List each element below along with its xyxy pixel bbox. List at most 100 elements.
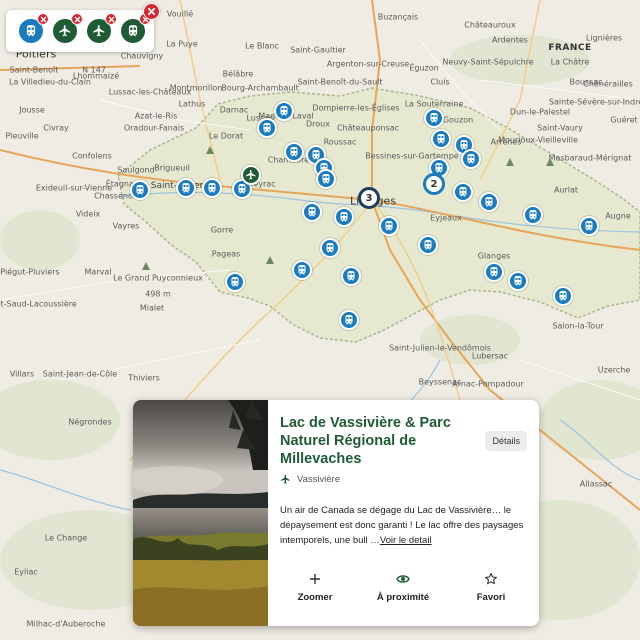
- favorite-button[interactable]: Favori: [456, 572, 526, 603]
- train-station-marker[interactable]: [341, 266, 361, 286]
- place-label: Bourg-Archambault: [221, 83, 299, 93]
- place-label: Lathus: [178, 99, 206, 109]
- train-station-marker[interactable]: [523, 205, 543, 225]
- train-station-marker[interactable]: [424, 108, 444, 128]
- train-icon: [136, 185, 144, 195]
- place-label: FRANCE: [548, 43, 592, 53]
- close-icon: [147, 7, 156, 16]
- train-station-marker[interactable]: [553, 286, 573, 306]
- remove-filter-button[interactable]: [105, 13, 117, 25]
- poi-marker-selected[interactable]: [241, 165, 261, 185]
- place-label: Cluis: [430, 77, 450, 87]
- place-label: Videix: [75, 209, 101, 219]
- train-icon: [280, 106, 288, 116]
- remove-filter-button[interactable]: [71, 13, 83, 25]
- train-station-marker[interactable]: [284, 142, 304, 162]
- train-icon: [459, 187, 467, 197]
- train-station-marker[interactable]: [334, 207, 354, 227]
- train-station-marker[interactable]: [579, 216, 599, 236]
- place-label: Thiviers: [128, 373, 160, 383]
- place-label: Dompierre-les-Églises: [312, 103, 400, 113]
- eye-icon: [396, 575, 410, 583]
- place-label: Saulgond: [117, 165, 155, 175]
- plane-icon: [93, 25, 105, 37]
- train-icon: [585, 221, 593, 231]
- train-station-marker[interactable]: [508, 271, 528, 291]
- poi-location: Vassivière: [280, 474, 340, 485]
- train-station-marker[interactable]: [379, 216, 399, 236]
- place-label: Le Blanc: [245, 41, 279, 51]
- nearby-button[interactable]: À proximité: [368, 572, 438, 603]
- train-station-marker[interactable]: [130, 180, 150, 200]
- place-label: Châteauroux: [464, 20, 516, 30]
- place-label: Masbaraud-Mérignat: [548, 153, 632, 163]
- close-icon: [108, 16, 114, 22]
- place-label: Négrondes: [68, 417, 112, 427]
- train-icon: [238, 184, 246, 194]
- place-label: Éguzon: [409, 63, 439, 73]
- place-label: Bélâbre: [222, 69, 254, 79]
- train-icon: [298, 265, 306, 275]
- place-label: Confolens: [72, 151, 112, 161]
- poi-location-label: Vassivière: [297, 474, 341, 485]
- train-station-marker[interactable]: [461, 149, 481, 169]
- zoom-button-label: Zoomer: [297, 592, 333, 603]
- remove-filter-button[interactable]: [37, 13, 49, 25]
- train-icon: [26, 25, 36, 37]
- train-station-marker[interactable]: [418, 235, 438, 255]
- train-station-marker[interactable]: [225, 272, 245, 292]
- close-icon: [40, 16, 46, 22]
- train-station-marker[interactable]: [453, 182, 473, 202]
- details-button[interactable]: Détails: [485, 431, 527, 451]
- place-label: Roussac: [323, 137, 357, 147]
- train-icon: [208, 183, 216, 193]
- place-label: Montmorillon: [169, 83, 223, 93]
- place-label: Oradour-Fanais: [123, 123, 185, 133]
- place-label: Aurlat: [553, 185, 579, 195]
- train-icon: [182, 183, 190, 193]
- train-icon: [485, 197, 493, 207]
- place-label: Augne: [605, 211, 631, 221]
- train-icon: [529, 210, 537, 220]
- see-detail-link[interactable]: Voir le detail: [380, 535, 432, 546]
- marker-cluster[interactable]: 2: [423, 173, 445, 195]
- plane-filter-chip-1[interactable]: [53, 13, 83, 43]
- train-station-marker[interactable]: [176, 178, 196, 198]
- train-filter-chip-2[interactable]: [121, 13, 151, 43]
- train-station-marker[interactable]: [431, 129, 451, 149]
- place-label: Marval: [84, 267, 112, 277]
- plane-filter-chip-2[interactable]: [87, 13, 117, 43]
- train-station-marker[interactable]: [316, 169, 336, 189]
- train-station-marker[interactable]: [484, 262, 504, 282]
- place-label: Pleuville: [5, 131, 39, 141]
- place-label: Chauvigny: [120, 51, 164, 61]
- train-icon: [490, 267, 498, 277]
- train-icon: [559, 291, 567, 301]
- zoom-button[interactable]: Zoomer: [280, 572, 350, 603]
- place-label: Villars: [9, 369, 35, 379]
- place-label: Darnac: [219, 105, 249, 115]
- train-filter-chip[interactable]: [19, 13, 49, 43]
- train-station-marker[interactable]: [320, 238, 340, 258]
- place-label: Lignières: [585, 33, 623, 43]
- marker-cluster[interactable]: 3: [358, 187, 380, 209]
- train-station-marker[interactable]: [479, 192, 499, 212]
- train-station-marker[interactable]: [292, 260, 312, 280]
- place-label: Saint-Saud-Lacoussière: [0, 299, 77, 309]
- star-icon: [485, 572, 497, 585]
- place-label: Milhac-d'Auberoche: [26, 619, 106, 629]
- place-label: Saint-Benoît: [9, 65, 59, 75]
- place-label: Pageas: [211, 249, 241, 259]
- train-station-marker[interactable]: [339, 310, 359, 330]
- clear-all-filters-button[interactable]: [143, 3, 160, 20]
- place-label: La Châtre: [550, 57, 590, 67]
- plane-icon: [59, 25, 71, 37]
- place-label: Le Dorat: [208, 131, 244, 141]
- train-icon: [263, 123, 271, 133]
- place-label: Droux: [306, 119, 330, 129]
- train-station-marker[interactable]: [257, 118, 277, 138]
- train-station-marker[interactable]: [202, 178, 222, 198]
- place-label: Argenton-sur-Creuse: [326, 59, 410, 69]
- train-station-marker[interactable]: [302, 202, 322, 222]
- train-station-marker[interactable]: [274, 101, 294, 121]
